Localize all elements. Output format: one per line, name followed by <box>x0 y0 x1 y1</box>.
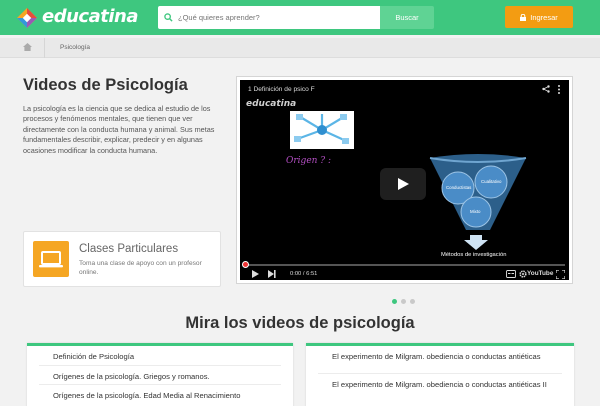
promo-title: Clases Particulares <box>79 243 179 255</box>
search-input[interactable] <box>178 13 368 22</box>
diagram-caption: Métodos de investigación <box>441 252 507 258</box>
play-button[interactable] <box>380 168 426 200</box>
carousel-dot-2[interactable] <box>401 299 406 304</box>
diagram-label-conductistas: Conductistas <box>446 185 472 190</box>
logo-mark-icon <box>17 8 37 28</box>
carousel-dot-3[interactable] <box>410 299 415 304</box>
carousel-dots <box>392 299 415 304</box>
video-player[interactable]: 1 Definición de psico F educatina Conduc… <box>240 80 569 280</box>
video-list-item[interactable]: El experimento de Milgram. obediencia o … <box>318 373 562 389</box>
site-logo[interactable]: educatina <box>16 6 146 28</box>
youtube-logo[interactable]: YouTube <box>527 270 553 277</box>
control-play-icon[interactable] <box>252 270 259 278</box>
home-icon[interactable] <box>23 43 32 51</box>
progress-track[interactable] <box>244 264 565 266</box>
login-button[interactable]: Ingresar <box>505 6 573 28</box>
login-label: Ingresar <box>530 12 558 22</box>
diagram-label-mixto: Mixto <box>470 209 481 214</box>
search-bar: Buscar <box>158 6 434 29</box>
videos-section-title: Mira los videos de psicología <box>185 314 415 332</box>
private-classes-card[interactable]: Clases Particulares Toma una clase de ap… <box>23 231 221 287</box>
video-list-item[interactable]: Definición de Psicología <box>39 346 281 365</box>
video-list-item[interactable]: Orígenes de la psicología. Edad Media al… <box>39 384 281 403</box>
video-list-item[interactable]: Orígenes de la psicología. Griegos y rom… <box>39 365 281 384</box>
settings-gear-icon[interactable] <box>519 270 527 278</box>
captions-icon[interactable] <box>506 270 516 278</box>
play-icon <box>398 178 409 190</box>
logo-text: educatina <box>42 6 138 27</box>
video-frame: 1 Definición de psico F educatina Conduc… <box>236 76 573 284</box>
breadcrumb-divider <box>44 38 45 58</box>
fullscreen-icon[interactable] <box>556 270 565 279</box>
promo-subtitle: Toma una clase de apoyo con un profesor … <box>79 260 202 276</box>
breadcrumb-current[interactable]: Psicología <box>60 44 90 51</box>
search-button[interactable]: Buscar <box>380 6 434 29</box>
breadcrumb: Psicología <box>0 38 600 58</box>
video-list-item[interactable]: El experimento de Milgram. obediencia o … <box>318 346 562 373</box>
search-field[interactable] <box>158 6 380 29</box>
video-list-left: Definición de Psicología Orígenes de la … <box>27 343 293 406</box>
progress-scrubber[interactable] <box>242 261 249 268</box>
top-header: educatina Buscar Ingresar <box>0 0 600 35</box>
diagram-label-cualitativo: Cualitativo <box>481 179 502 184</box>
next-icon[interactable] <box>268 270 276 278</box>
page-description: La psicología es la ciencia que se dedic… <box>23 104 215 155</box>
lock-icon <box>520 13 527 21</box>
handwritten-note: Origen ? : <box>286 156 332 166</box>
video-time: 0:00 / 6:51 <box>290 271 318 277</box>
video-list-right: El experimento de Milgram. obediencia o … <box>306 343 574 406</box>
search-icon <box>164 13 173 22</box>
laptop-icon <box>33 241 69 277</box>
carousel-dot-1[interactable] <box>392 299 397 304</box>
page-title: Videos de Psicología <box>23 76 188 94</box>
